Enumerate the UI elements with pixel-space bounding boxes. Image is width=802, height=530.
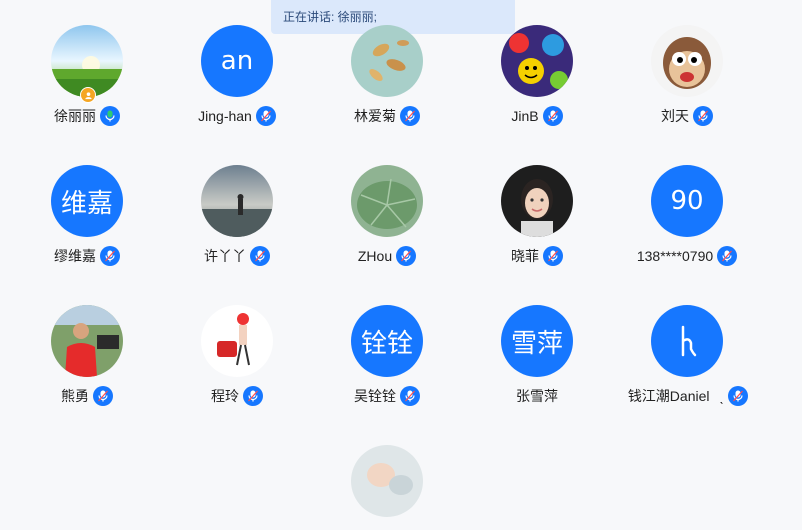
participant-name-row: 钱江潮Daniel ˎ [600,386,776,406]
avatar: 维嘉 [51,165,123,237]
microphone-muted-icon[interactable] [728,386,749,406]
microphone-muted-icon[interactable] [543,246,563,266]
avatar-initials: 维嘉 [60,188,113,219]
avatar-photo-cartoon-monkey [651,25,723,97]
participant-name: 缪维嘉 [54,248,96,264]
avatar: 雪萍 [501,305,573,377]
participant-tile[interactable]: 维嘉 缪维嘉 [0,140,150,266]
microphone-muted-icon[interactable] [400,386,420,406]
participant-name: 程玲 [211,388,239,404]
avatar-photo-girl-red-bag [201,305,273,377]
avatar [351,445,423,517]
avatar [651,305,723,377]
participant-tile[interactable]: 90 138****0790 [600,140,750,266]
avatar-photo-man-red-shirt [51,305,123,377]
participant-name-row: 晓菲 [450,246,624,266]
participant-name: 徐丽丽 [54,108,96,124]
participant-tile[interactable]: 林爱菊 [300,0,450,126]
avatar-glyph [681,325,697,357]
participant-name-row: 张雪萍 [450,386,624,406]
participant-name: 138****0790 [636,248,714,264]
avatar [201,305,273,377]
avatar: 90 [651,165,723,237]
participant-tile[interactable]: 铨铨 吴铨铨 [300,280,450,406]
avatar [501,25,573,97]
participant-name: 钱江潮Daniel [627,388,710,404]
avatar: an [201,25,273,97]
avatar [501,165,573,237]
avatar-photo-beach [201,165,273,237]
microphone-muted-icon[interactable] [542,106,563,126]
avatar [51,305,123,377]
participant-tile[interactable]: an Jing-han [150,0,300,126]
participant-name: JinB [511,108,539,124]
participant-grid: 徐丽丽 an Jing-han 林爱菊 JinB 刘天 维嘉 缪维嘉 许丫丫 Z… [0,0,802,517]
avatar-initials: an [220,46,254,76]
microphone-muted-icon[interactable] [693,106,713,126]
avatar [201,165,273,237]
participant-tile[interactable]: 雪萍 张雪萍 [450,280,600,404]
participant-name: 张雪萍 [516,388,558,404]
participant-tile[interactable]: ZHou [300,140,450,266]
participant-tile[interactable]: JinB [450,0,600,126]
avatar-initials: 90 [670,186,704,216]
participant-tile[interactable]: 许丫丫 [150,140,300,266]
participant-tile[interactable]: 刘天 [600,0,750,126]
participant-name-row: 缪维嘉 [0,246,174,266]
signal-glyph: ˎ [719,388,725,404]
participant-name-row: 刘天 [600,106,774,126]
avatar [351,25,423,97]
participant-tile[interactable]: 钱江潮Daniel ˎ [600,280,750,406]
avatar-photo-woman-portrait [501,165,573,237]
participant-name-row: 林爱菊 [300,106,474,126]
microphone-muted-icon[interactable] [255,106,276,126]
avatar-photo-cartoon-collage [501,25,573,97]
avatar-initials: 铨铨 [360,328,413,359]
avatar-photo-baby [351,445,423,517]
host-badge-icon [80,87,96,103]
microphone-muted-icon[interactable] [400,106,420,126]
participant-tile[interactable] [300,420,450,530]
microphone-muted-icon[interactable] [717,246,738,266]
participant-name: 熊勇 [61,388,89,404]
participant-name: Jing-han [198,108,252,124]
participant-name-row: 程玲 [150,386,324,406]
participant-name-row: JinB [450,106,624,126]
participant-name-row: 熊勇 [0,386,174,406]
participant-name: ZHou [357,248,393,264]
avatar-initials: 雪萍 [510,328,563,359]
avatar: 铨铨 [351,305,423,377]
participant-name: 晓菲 [511,248,539,264]
participant-tile[interactable]: 徐丽丽 [0,0,150,126]
participant-name-row: 许丫丫 [150,246,324,266]
participant-name-row: Jing-han [150,106,324,126]
avatar-photo-lotus-leaf [351,165,423,237]
participant-name-row: 徐丽丽 [0,106,174,126]
participant-name-row: 吴铨铨 [300,386,474,406]
participant-tile[interactable]: 熊勇 [0,280,150,406]
microphone-muted-icon[interactable] [250,246,270,266]
participant-tile[interactable]: 程玲 [150,280,300,406]
participant-name: 刘天 [661,108,689,124]
participant-name-row: 138****0790 [600,246,774,266]
participant-name-row: ZHou [300,246,474,266]
microphone-active-icon[interactable] [100,106,120,126]
participant-name: 吴铨铨 [354,388,396,404]
microphone-muted-icon[interactable] [243,386,263,406]
microphone-muted-icon[interactable] [396,246,417,266]
participant-tile[interactable]: 晓菲 [450,140,600,266]
microphone-muted-icon[interactable] [100,246,120,266]
avatar [651,25,723,97]
participant-name: 许丫丫 [204,248,246,264]
avatar [351,165,423,237]
participant-name: 林爱菊 [354,108,396,124]
avatar-photo-leaves [351,25,423,97]
microphone-muted-icon[interactable] [93,386,113,406]
